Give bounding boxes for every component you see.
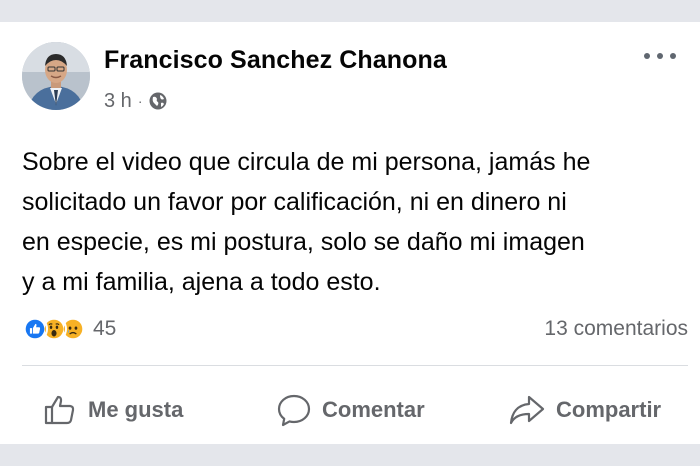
more-dot <box>657 53 663 59</box>
more-dot <box>644 53 650 59</box>
reactions-summary[interactable]: 45 <box>22 314 116 344</box>
comments-count[interactable]: 13 comentarios <box>544 317 688 341</box>
globe-icon <box>149 92 167 110</box>
like-reaction-icon <box>22 316 48 342</box>
meta-separator: · <box>137 93 143 109</box>
more-dot <box>670 53 676 59</box>
comment-button[interactable]: Comentar <box>276 388 425 432</box>
like-icon <box>44 395 75 425</box>
avatar[interactable] <box>22 42 90 110</box>
post-card: Francisco Sanchez Chanona 3 h · Sobre el… <box>0 22 700 444</box>
share-icon <box>509 395 545 425</box>
share-button[interactable]: Compartir <box>508 388 661 432</box>
like-button[interactable]: Me gusta <box>42 388 183 432</box>
comment-label: Comentar <box>322 397 425 422</box>
share-label: Compartir <box>556 397 662 422</box>
avatar-photo <box>22 42 90 110</box>
divider <box>22 365 688 366</box>
reactions-count: 45 <box>93 317 117 340</box>
post-text: Sobre el video que circula de mi persona… <box>22 148 591 296</box>
comment-icon <box>277 394 311 427</box>
more-options-button[interactable] <box>644 46 676 66</box>
post-author[interactable]: Francisco Sanchez Chanona <box>104 46 447 75</box>
like-label: Me gusta <box>88 397 184 422</box>
post-time[interactable]: 3 h <box>104 90 132 113</box>
post-meta: 3 h · <box>104 88 168 114</box>
